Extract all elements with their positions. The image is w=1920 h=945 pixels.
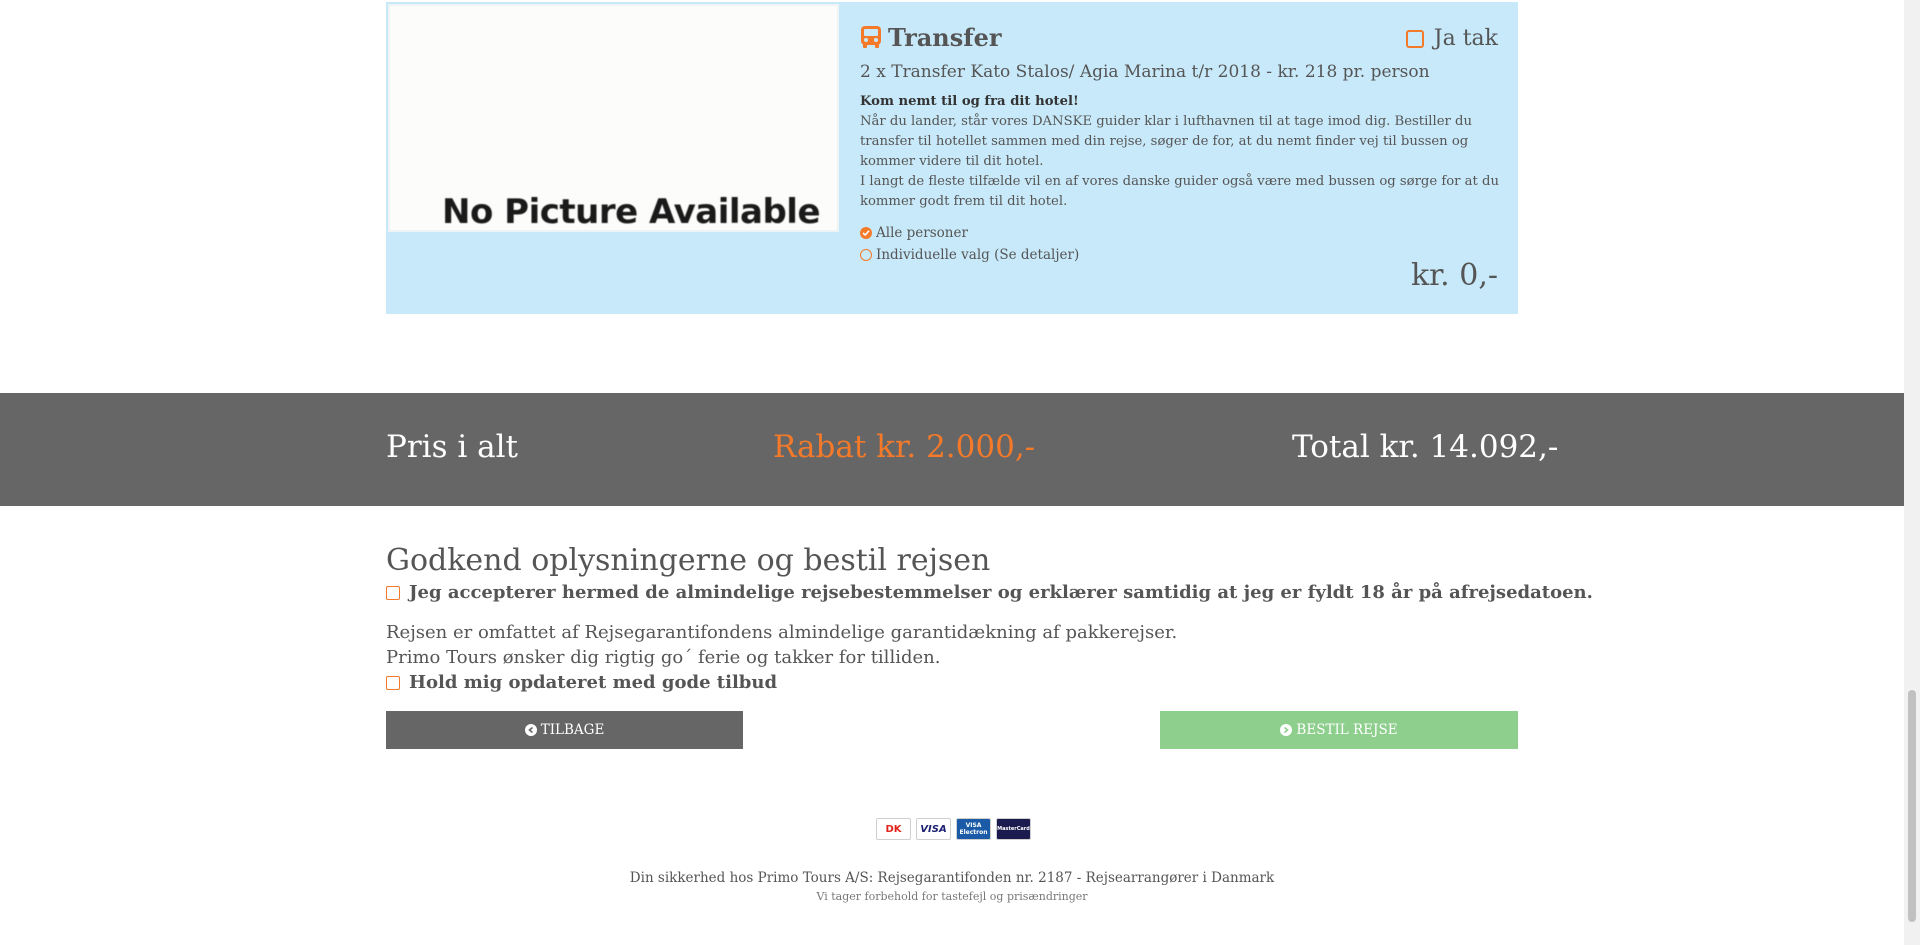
transfer-desc-1: Når du lander, står vores DANSKE guider … xyxy=(860,114,1472,169)
newsletter-checkbox[interactable] xyxy=(386,675,400,690)
scrollbar-thumb[interactable] xyxy=(1908,690,1916,922)
transfer-title: Transfer xyxy=(888,22,1002,52)
transfer-options: Alle personer Individuelle valg (Se deta… xyxy=(860,222,1500,266)
arrow-circle-right-icon xyxy=(1280,724,1293,736)
option-individual-label: Individuelle valg (Se detaljer) xyxy=(876,247,1080,263)
newsletter-optin[interactable]: Hold mig opdateret med gode tilbud xyxy=(386,672,777,693)
order-button-label: BESTIL REJSE xyxy=(1296,722,1398,738)
dankort-logo: DK xyxy=(876,818,911,840)
transfer-desc-2: I langt de fleste tilfælde vil en af vor… xyxy=(860,174,1499,209)
accept-transfer-checkbox[interactable] xyxy=(1405,29,1424,48)
option-all-persons[interactable]: Alle personer xyxy=(860,222,1500,244)
transfer-heading: Transfer xyxy=(860,20,1500,54)
accept-transfer[interactable]: Ja tak xyxy=(1405,26,1498,51)
footer-security-text: Din sikkerhed hos Primo Tours A/S: Rejse… xyxy=(629,870,1275,886)
newsletter-label: Hold mig opdateret med gode tilbud xyxy=(409,672,778,693)
accept-transfer-label: Ja tak xyxy=(1433,26,1498,51)
transfer-price: kr. 0,- xyxy=(1410,258,1498,293)
no-picture-text: No Picture Available xyxy=(442,192,821,232)
payment-methods: DK VISA VISA Electron MasterCard xyxy=(876,818,1031,840)
discount-amount: Rabat kr. 2.000,- xyxy=(773,429,1036,465)
circle-icon xyxy=(860,249,872,261)
transfer-subtitle: 2 x Transfer Kato Stalos/ Agia Marina t/… xyxy=(860,62,1430,82)
transfer-description: Kom nemt til og fra dit hotel! Når du la… xyxy=(860,92,1500,212)
transfer-lead: Kom nemt til og fra dit hotel! xyxy=(860,94,1079,109)
confirm-heading: Godkend oplysningerne og bestil rejsen xyxy=(386,543,991,578)
price-summary-bar: Pris i alt Rabat kr. 2.000,- Total kr. 1… xyxy=(0,393,1904,506)
info-line-1: Rejsen er omfattet af Rejsegarantifonden… xyxy=(386,622,1178,643)
visa-electron-logo: VISA Electron xyxy=(956,818,991,840)
transfer-image: No Picture Available xyxy=(388,4,839,232)
terms-label: Jeg accepterer hermed de almindelige rej… xyxy=(409,582,1593,603)
total-amount: Total kr. 14.092,- xyxy=(1292,429,1559,465)
terms-acceptance[interactable]: Jeg accepterer hermed de almindelige rej… xyxy=(386,582,1593,603)
check-circle-icon xyxy=(860,227,872,239)
bus-icon xyxy=(861,26,881,48)
option-individual[interactable]: Individuelle valg (Se detaljer) xyxy=(860,244,1500,266)
price-total-label: Pris i alt xyxy=(386,429,518,465)
back-button[interactable]: TILBAGE xyxy=(386,711,743,749)
mastercard-logo: MasterCard xyxy=(996,818,1031,840)
info-line-2: Primo Tours ønsker dig rigtig go´ ferie … xyxy=(386,647,941,668)
option-all-label: Alle personer xyxy=(876,225,968,241)
back-button-label: TILBAGE xyxy=(540,722,605,738)
order-trip-button[interactable]: BESTIL REJSE xyxy=(1160,711,1518,749)
terms-checkbox[interactable] xyxy=(386,585,400,600)
page-scrollbar[interactable] xyxy=(1904,0,1920,945)
guarantee-info: Rejsen er omfattet af Rejsegarantifonden… xyxy=(386,620,1177,670)
transfer-card: No Picture Available Transfer 2 x Transf… xyxy=(386,2,1518,314)
arrow-circle-left-icon xyxy=(524,724,537,736)
transfer-details: Transfer 2 x Transfer Kato Stalos/ Agia … xyxy=(860,20,1500,266)
visa-logo: VISA xyxy=(916,818,951,840)
footer-disclaimer: Vi tager forbehold for tastefejl og pris… xyxy=(816,890,1088,903)
